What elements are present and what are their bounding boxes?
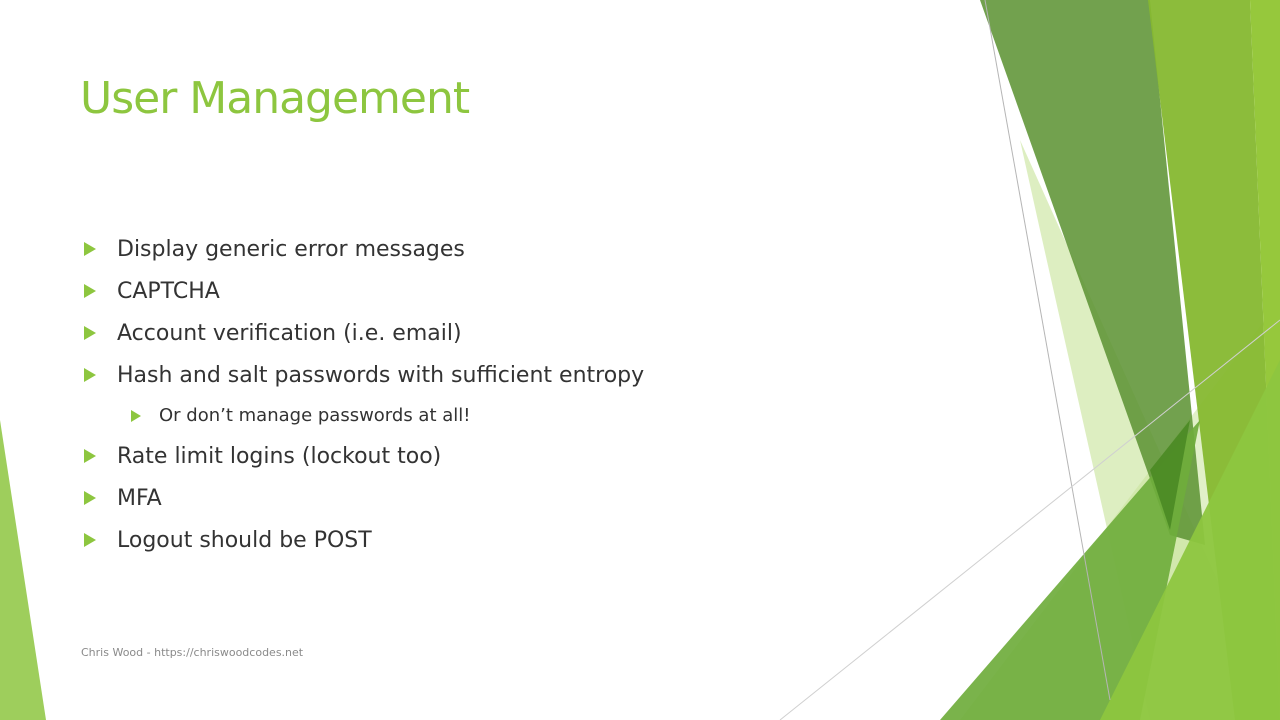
triangle-right-icon xyxy=(84,368,96,382)
bullet-item: Account verification (i.e. email) xyxy=(80,312,644,354)
bullet-item: CAPTCHA xyxy=(80,270,644,312)
triangle-right-icon xyxy=(84,326,96,340)
bullet-item: Logout should be POST xyxy=(80,519,644,561)
bullet-list: Display generic error messages CAPTCHA A… xyxy=(80,228,644,561)
bullet-text: Or don’t manage passwords at all! xyxy=(159,405,471,426)
bullet-text: Display generic error messages xyxy=(117,236,465,262)
bullet-item: Display generic error messages xyxy=(80,228,644,270)
triangle-right-icon xyxy=(131,409,141,422)
bullet-item: Hash and salt passwords with sufficient … xyxy=(80,354,644,396)
triangle-right-icon xyxy=(84,449,96,463)
bullet-item: MFA xyxy=(80,477,644,519)
bullet-text: Logout should be POST xyxy=(117,527,372,553)
left-edge-shape xyxy=(0,420,46,720)
bullet-text: Rate limit logins (lockout too) xyxy=(117,443,442,469)
triangle-right-icon xyxy=(84,242,96,256)
slide: User Management Display generic error me… xyxy=(0,0,1280,720)
bullet-text: CAPTCHA xyxy=(117,278,220,304)
triangle-right-icon xyxy=(84,284,96,298)
bullet-text: MFA xyxy=(117,485,162,511)
slide-footer: Chris Wood - https://chriswoodcodes.net xyxy=(81,646,304,659)
bullet-text: Account verification (i.e. email) xyxy=(117,320,462,346)
bullet-text: Hash and salt passwords with sufficient … xyxy=(117,362,645,388)
slide-title: User Management xyxy=(80,73,470,124)
triangle-right-icon xyxy=(84,491,96,505)
bullet-item: Rate limit logins (lockout too) xyxy=(80,435,644,477)
triangle-right-icon xyxy=(84,533,96,547)
sub-bullet-item: Or don’t manage passwords at all! xyxy=(80,396,644,435)
